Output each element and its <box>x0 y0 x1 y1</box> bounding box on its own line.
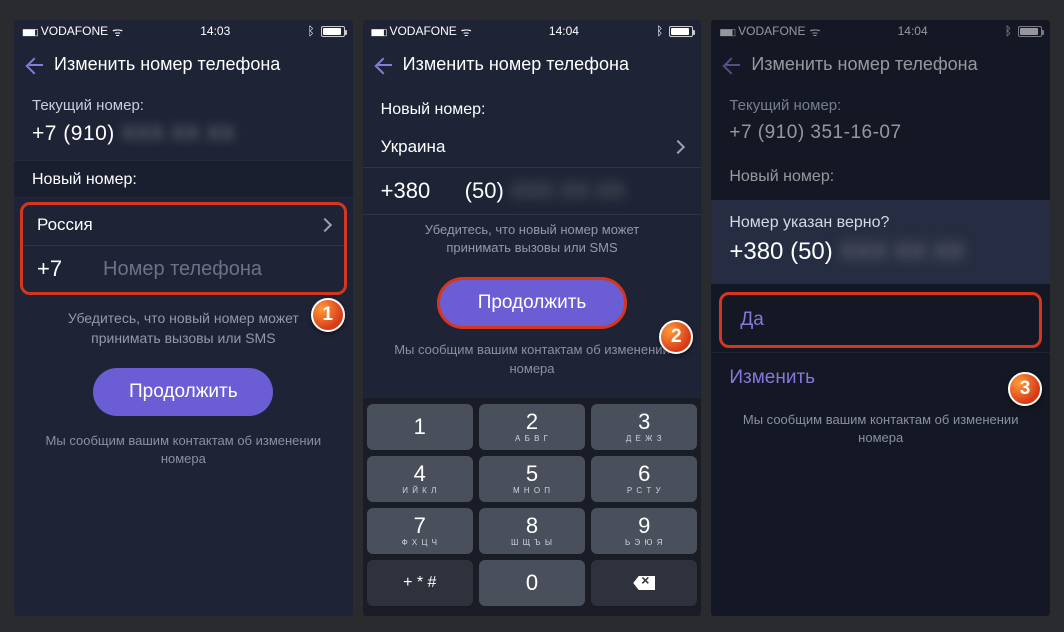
continue-button[interactable]: Продолжить <box>93 368 273 416</box>
country-selector[interactable]: Украина <box>363 127 702 168</box>
wifi-icon: ᯤ <box>809 23 820 40</box>
confirm-block: Номер указан верно? +380 (50) XXX XX XX <box>711 200 1050 284</box>
carrier-label: VODAFONE <box>738 24 805 38</box>
numeric-keypad: 1 2А Б В Г 3Д Е Ж З 4И Й К Л 5М Н О П 6Р… <box>363 398 702 616</box>
status-bar: VODAFONE ᯤ 14:04 <box>363 20 702 42</box>
carrier-label: VODAFONE <box>389 24 456 38</box>
current-number-value: +7 (910) XXX XX XX <box>14 120 353 160</box>
time-label: 14:04 <box>898 24 928 38</box>
back-arrow-icon[interactable] <box>24 55 44 75</box>
country-prefix: +380 <box>381 178 465 204</box>
nav-header: Изменить номер телефона <box>363 42 702 91</box>
time-label: 14:04 <box>549 24 579 38</box>
status-bar: VODAFONE ᯤ 14:04 <box>711 20 1050 42</box>
confirm-yes-button[interactable]: Да <box>719 292 1042 348</box>
status-bar: VODAFONE ᯤ 14:03 <box>14 20 353 42</box>
key-symbols[interactable]: + * # <box>367 560 473 606</box>
nav-header: Изменить номер телефона <box>711 42 1050 91</box>
wifi-icon: ᯤ <box>112 23 123 40</box>
backspace-icon <box>633 576 655 590</box>
new-number-label: Новый номер: <box>14 160 353 198</box>
time-label: 14:03 <box>200 24 230 38</box>
signal-icon <box>22 24 37 38</box>
hint-text: Убедитесь, что новый номер может принима… <box>363 215 702 273</box>
confirm-change-button[interactable]: Изменить <box>711 352 1050 403</box>
battery-icon <box>321 26 345 37</box>
page-title: Изменить номер телефона <box>751 54 977 75</box>
new-number-label: Новый номер: <box>711 158 1050 194</box>
signal-icon <box>371 24 386 38</box>
battery-icon <box>669 26 693 37</box>
key-8[interactable]: 8Ш Щ Ъ Ы <box>479 508 585 554</box>
footnote-text: Мы сообщим вашим контактам об изменении … <box>711 403 1050 455</box>
key-6[interactable]: 6Р С Т У <box>591 456 697 502</box>
wifi-icon: ᯤ <box>461 23 472 40</box>
country-selector[interactable]: Россия <box>23 205 344 246</box>
step-badge-1: 1 <box>311 298 345 332</box>
back-arrow-icon[interactable] <box>373 55 393 75</box>
bluetooth-icon <box>1005 24 1012 38</box>
battery-icon <box>1018 26 1042 37</box>
phone-placeholder: Номер телефона <box>103 258 262 281</box>
key-3[interactable]: 3Д Е Ж З <box>591 404 697 450</box>
nav-header: Изменить номер телефона <box>14 42 353 91</box>
key-2[interactable]: 2А Б В Г <box>479 404 585 450</box>
footnote-text: Мы сообщим вашим контактам об изменении … <box>363 337 702 385</box>
confirm-question: Номер указан верно? <box>729 214 1032 232</box>
page-title: Изменить номер телефона <box>403 54 629 75</box>
current-number-value: +7 (910) 351-16-07 <box>711 120 1050 158</box>
key-4[interactable]: 4И Й К Л <box>367 456 473 502</box>
phone-input-row[interactable]: +380 (50) XXX XX XX <box>363 168 702 215</box>
hint-text: Убедитесь, что новый номер может принима… <box>14 299 353 364</box>
key-0[interactable]: 0 <box>479 560 585 606</box>
chevron-right-icon <box>671 140 685 154</box>
bluetooth-icon <box>307 24 314 38</box>
country-name: Россия <box>37 215 93 235</box>
key-7[interactable]: 7Ф Х Ц Ч <box>367 508 473 554</box>
key-backspace[interactable] <box>591 560 697 606</box>
phone-entered: (50) XXX XX XX <box>465 178 625 204</box>
bluetooth-icon <box>656 24 663 38</box>
current-number-label: Текущий номер: <box>14 91 353 120</box>
footnote-text: Мы сообщим вашим контактам об изменении … <box>14 424 353 476</box>
key-1[interactable]: 1 <box>367 404 473 450</box>
screen-1: VODAFONE ᯤ 14:03 Изменить номер телефона… <box>14 20 353 616</box>
screen-3: VODAFONE ᯤ 14:04 Изменить номер телефона… <box>711 20 1050 616</box>
country-prefix: +7 <box>37 256 103 282</box>
key-5[interactable]: 5М Н О П <box>479 456 585 502</box>
screen-2: VODAFONE ᯤ 14:04 Изменить номер телефона… <box>363 20 702 616</box>
back-arrow-icon[interactable] <box>721 55 741 75</box>
new-number-label: Новый номер: <box>363 91 702 127</box>
highlight-box-1: Россия +7 Номер телефона <box>20 202 347 295</box>
continue-button[interactable]: Продолжить <box>437 277 627 329</box>
phone-input-row[interactable]: +7 Номер телефона <box>23 246 344 292</box>
signal-icon <box>719 24 734 38</box>
key-9[interactable]: 9Ь Э Ю Я <box>591 508 697 554</box>
step-badge-3: 3 <box>1008 372 1042 406</box>
chevron-right-icon <box>318 218 332 232</box>
page-title: Изменить номер телефона <box>54 54 280 75</box>
current-number-label: Текущий номер: <box>711 91 1050 120</box>
carrier-label: VODAFONE <box>41 24 108 38</box>
country-name: Украина <box>381 137 446 157</box>
confirm-number: +380 (50) XXX XX XX <box>729 238 1032 266</box>
